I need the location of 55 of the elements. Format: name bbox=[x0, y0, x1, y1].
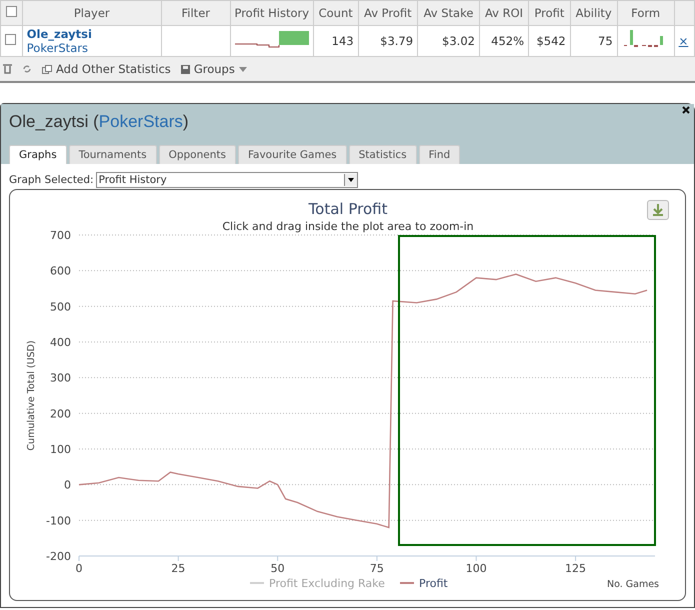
tab[interactable]: Graphs bbox=[9, 145, 67, 164]
copy-icon bbox=[42, 64, 52, 74]
column-header[interactable]: Filter bbox=[161, 0, 230, 26]
caret-icon bbox=[348, 178, 354, 182]
x-axis-title: No. Games bbox=[606, 579, 659, 590]
y-tick-label: 300 bbox=[50, 372, 71, 385]
y-tick-label: -100 bbox=[46, 514, 71, 528]
column-header[interactable]: Count bbox=[313, 0, 358, 26]
close-icon[interactable] bbox=[682, 106, 690, 114]
x-tick-label: 75 bbox=[370, 562, 384, 575]
chart-title: Total Profit bbox=[308, 200, 388, 218]
graph-select-label: Graph Selected: bbox=[9, 174, 94, 186]
floppy-icon bbox=[180, 64, 190, 74]
tab[interactable]: Statistics bbox=[348, 145, 417, 164]
tab[interactable]: Find bbox=[418, 145, 460, 164]
select-all-checkbox[interactable] bbox=[6, 6, 17, 17]
tab[interactable]: Opponents bbox=[158, 145, 236, 164]
column-header[interactable]: Ability bbox=[570, 0, 618, 26]
add-statistics-button[interactable]: Add Other Statistics bbox=[42, 62, 171, 76]
refresh-icon[interactable] bbox=[22, 64, 32, 74]
groups-dropdown[interactable]: Groups bbox=[180, 62, 247, 76]
y-tick-label: 100 bbox=[50, 443, 71, 456]
window-title: Ole_zaytsi (PokerStars) bbox=[9, 112, 190, 132]
y-tick-label: 200 bbox=[50, 407, 71, 420]
y-axis-title: Cumulative Total (USD) bbox=[26, 340, 37, 451]
player-name[interactable]: Ole_zaytsi bbox=[26, 27, 157, 41]
row-checkbox[interactable] bbox=[5, 34, 16, 45]
x-tick-label: 100 bbox=[466, 562, 487, 575]
column-header[interactable]: Profit bbox=[528, 0, 570, 26]
y-tick-label: 600 bbox=[50, 264, 71, 278]
trash-icon[interactable] bbox=[3, 64, 12, 74]
column-header[interactable]: Form bbox=[617, 0, 674, 26]
graph-select-dropdown[interactable]: Profit History bbox=[96, 172, 358, 188]
y-tick-label: 0 bbox=[64, 478, 71, 492]
x-tick-label: 125 bbox=[565, 562, 586, 575]
chart-subtitle: Click and drag inside the plot area to zoom-in bbox=[222, 220, 474, 233]
caret-icon bbox=[238, 66, 247, 72]
y-tick-label: 700 bbox=[50, 229, 71, 242]
column-header[interactable]: Player bbox=[22, 0, 162, 26]
site-name: PokerStars bbox=[26, 41, 89, 55]
legend-item[interactable]: Profit bbox=[400, 577, 448, 590]
x-tick-label: 25 bbox=[171, 562, 186, 575]
column-header[interactable]: Av Profit bbox=[358, 0, 418, 26]
x-tick-label: 50 bbox=[270, 562, 285, 575]
x-tick-label: 0 bbox=[76, 562, 82, 575]
tab[interactable]: Favourite Games bbox=[238, 145, 347, 164]
column-header[interactable]: Av Stake bbox=[418, 0, 480, 26]
column-header[interactable]: Av ROI bbox=[479, 0, 529, 26]
legend-label: Profit bbox=[419, 577, 448, 590]
column-header[interactable]: Profit History bbox=[230, 0, 314, 26]
y-tick-label: 400 bbox=[50, 336, 71, 349]
tab[interactable]: Tournaments bbox=[68, 145, 157, 164]
y-tick-label: 500 bbox=[50, 300, 71, 314]
download-icon[interactable] bbox=[647, 200, 669, 220]
y-tick-label: -200 bbox=[46, 550, 71, 563]
